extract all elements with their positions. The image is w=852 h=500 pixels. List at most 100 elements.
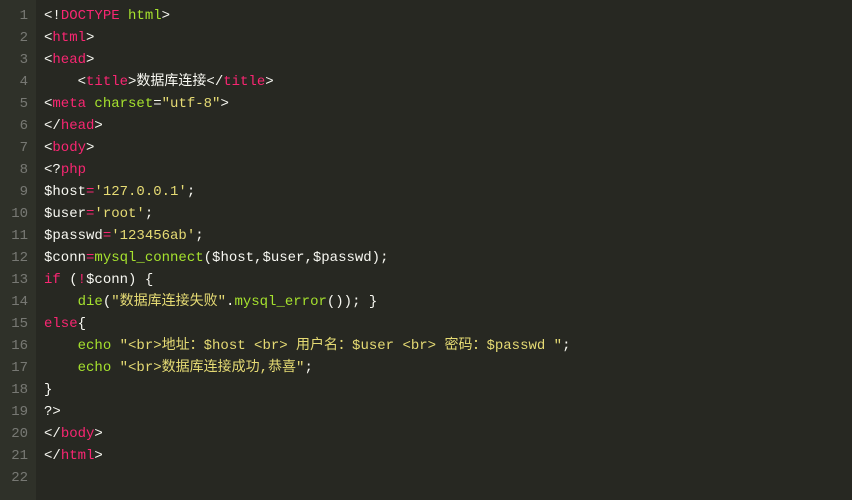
line-number: 12 [6,247,28,269]
code-token: ; [195,228,203,244]
code-token: if [44,272,61,288]
code-token: title [223,74,265,90]
code-line[interactable]: } [44,379,570,401]
code-token: > [220,96,228,112]
code-line[interactable]: <title>数据库连接</title> [44,71,570,93]
line-number: 17 [6,357,28,379]
code-token [120,8,128,24]
code-token: > [94,448,102,464]
code-token: 'root' [94,206,144,222]
code-line[interactable]: <html> [44,27,570,49]
code-line[interactable]: echo "<br>地址：$host <br> 用户名：$user <br> 密… [44,335,570,357]
code-token: = [153,96,161,112]
code-token: meta [52,96,86,112]
line-number: 14 [6,291,28,313]
code-line[interactable]: <!DOCTYPE html> [44,5,570,27]
line-number: 20 [6,423,28,445]
code-token: title [86,74,128,90]
code-token: ; [187,184,195,200]
code-token: > [162,8,170,24]
code-line[interactable]: $host='127.0.0.1'; [44,181,570,203]
code-line[interactable]: $conn=mysql_connect($host,$user,$passwd)… [44,247,570,269]
code-token: $user [44,206,86,222]
code-token: "<br>数据库连接成功,恭喜" [120,360,305,376]
line-number: 10 [6,203,28,225]
code-token: ( [103,294,111,310]
code-token: ; [562,338,570,354]
line-number: 21 [6,445,28,467]
code-token: ; [304,360,312,376]
code-token [44,360,78,376]
code-line[interactable]: if (!$conn) { [44,269,570,291]
code-token: > [86,52,94,68]
code-line[interactable]: else{ [44,313,570,335]
line-number: 22 [6,467,28,489]
code-editor[interactable]: 12345678910111213141516171819202122 <!DO… [0,0,852,500]
line-number: 16 [6,335,28,357]
code-line[interactable]: ?> [44,401,570,423]
code-token: html [128,8,162,24]
code-token: body [52,140,86,156]
code-area[interactable]: <!DOCTYPE html><html><head> <title>数据库连接… [36,0,570,500]
code-token: DOCTYPE [61,8,120,24]
code-token [44,338,78,354]
code-line[interactable]: $user='root'; [44,203,570,225]
code-token: mysql_error [234,294,326,310]
code-token: '123456ab' [111,228,195,244]
code-line[interactable]: <meta charset="utf-8"> [44,93,570,115]
code-token: echo [78,338,112,354]
line-number: 9 [6,181,28,203]
line-number: 6 [6,115,28,137]
code-line[interactable]: <body> [44,137,570,159]
code-token: ()); } [327,294,377,310]
code-line[interactable]: </body> [44,423,570,445]
line-number: 1 [6,5,28,27]
code-line[interactable] [44,467,570,489]
code-token: html [52,30,86,46]
code-token: charset [94,96,153,112]
line-number-gutter: 12345678910111213141516171819202122 [0,0,36,500]
code-token: { [78,316,86,332]
code-token: >数据库连接</ [128,74,223,90]
code-token: </ [44,118,61,134]
code-token [111,338,119,354]
code-line[interactable]: $passwd='123456ab'; [44,225,570,247]
code-token: html [61,448,95,464]
code-token: ; [145,206,153,222]
line-number: 3 [6,49,28,71]
code-token: > [94,426,102,442]
line-number: 13 [6,269,28,291]
line-number: 11 [6,225,28,247]
line-number: 18 [6,379,28,401]
code-token [111,360,119,376]
code-token: < [44,74,86,90]
code-line[interactable]: </html> [44,445,570,467]
code-token: ( [61,272,78,288]
code-line[interactable]: die("数据库连接失败".mysql_error()); } [44,291,570,313]
code-token [44,294,78,310]
line-number: 7 [6,137,28,159]
code-line[interactable]: echo "<br>数据库连接成功,恭喜"; [44,357,570,379]
code-token: > [86,140,94,156]
code-token: ?> [44,404,61,420]
code-line[interactable]: <head> [44,49,570,71]
code-token: head [61,118,95,134]
code-token: ! [78,272,86,288]
line-number: 2 [6,27,28,49]
code-token: head [52,52,86,68]
code-token: > [94,118,102,134]
code-token: ($host,$user,$passwd); [204,250,389,266]
code-token: > [86,30,94,46]
code-token: "<br>地址：$host <br> 用户名：$user <br> 密码：$pa… [120,338,562,354]
code-token: > [265,74,273,90]
line-number: 19 [6,401,28,423]
code-line[interactable]: <?php [44,159,570,181]
code-token: </ [44,448,61,464]
code-token: $host [44,184,86,200]
code-line[interactable]: </head> [44,115,570,137]
code-token: die [78,294,103,310]
code-token: $conn) { [86,272,153,288]
code-token: mysql_connect [94,250,203,266]
code-token: } [44,382,52,398]
code-token: ! [52,8,60,24]
